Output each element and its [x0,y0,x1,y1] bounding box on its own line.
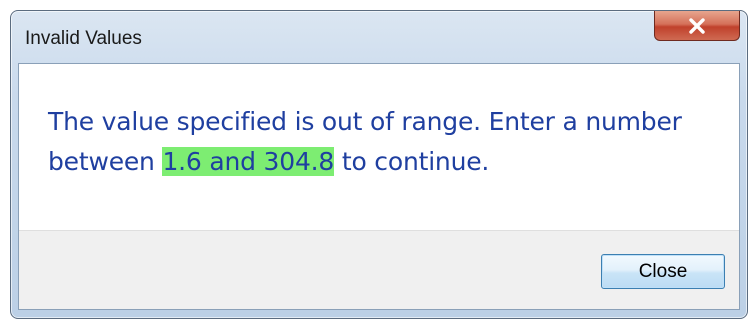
message-text-end: to continue. [334,147,490,176]
dialog-window: Invalid Values The value specified is ou… [10,10,748,319]
title-close-button[interactable] [654,11,740,41]
dialog-footer: Close [19,230,739,309]
dialog-content: The value specified is out of range. Ent… [18,63,740,310]
error-message: The value specified is out of range. Ent… [48,102,688,182]
close-icon [688,17,706,34]
close-button[interactable]: Close [601,254,725,289]
window-title: Invalid Values [25,28,142,49]
range-highlight: 1.6 and 304.8 [162,147,335,176]
title-bar[interactable]: Invalid Values [11,11,747,63]
